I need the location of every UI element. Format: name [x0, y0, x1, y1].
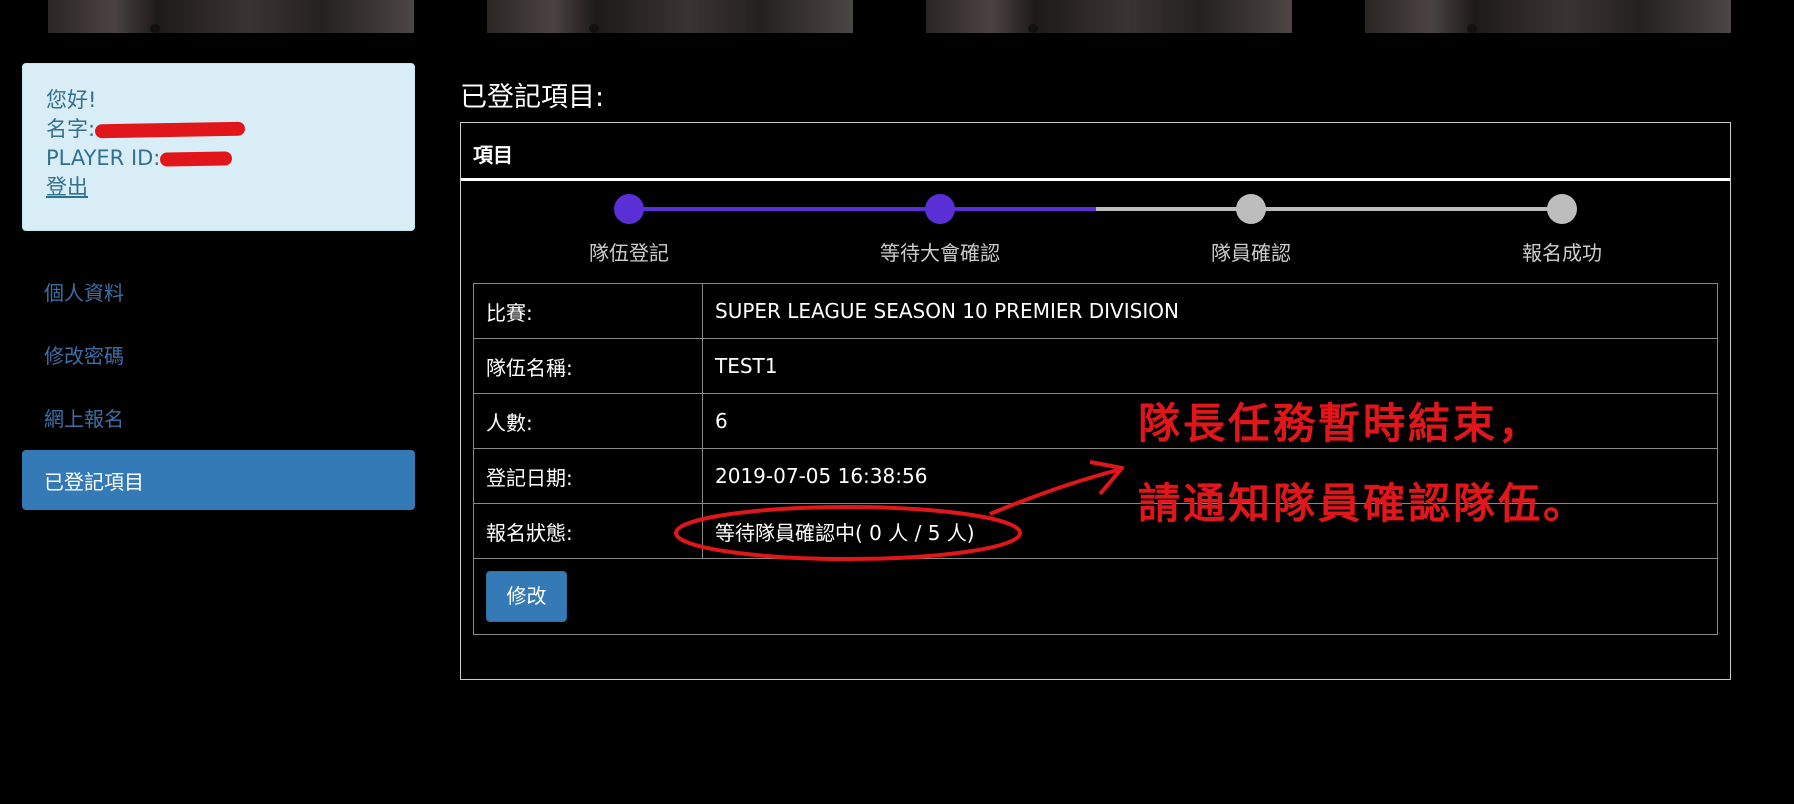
table-row: 隊伍名稱: TEST1	[473, 338, 1718, 394]
row-label: 比賽:	[473, 283, 703, 339]
sidebar-nav: 個人資料 修改密碼 網上報名 已登記項目	[22, 261, 415, 513]
progress-step-label: 隊伍登記	[589, 241, 669, 265]
row-label: 登記日期:	[473, 448, 703, 504]
user-info-box: 您好! 名字: PLAYER ID: 登出	[22, 63, 415, 231]
sidebar-item-profile[interactable]: 個人資料	[22, 261, 415, 321]
logout-link[interactable]: 登出	[46, 175, 88, 199]
user-name-row: 名字:	[46, 115, 391, 144]
annotation-line-1: 隊長任務暫時結束，	[1138, 399, 1544, 448]
row-label: 報名狀態:	[473, 503, 703, 559]
table-row: 比賽: SUPER LEAGUE SEASON 10 PREMIER DIVIS…	[473, 283, 1718, 339]
sidebar-item-change-password[interactable]: 修改密碼	[22, 324, 415, 384]
sidebar-item-registered-items[interactable]: 已登記項目	[22, 450, 415, 510]
player-id-label: PLAYER ID:	[46, 146, 161, 170]
banner-image	[48, 0, 414, 33]
row-label: 人數:	[473, 393, 703, 449]
row-value: TEST1	[702, 338, 1718, 394]
table-row: 修改	[473, 558, 1718, 635]
greeting: 您好!	[46, 88, 97, 112]
redaction-mark	[160, 151, 233, 167]
page-title: 已登記項目:	[460, 82, 605, 113]
top-banner	[0, 0, 1794, 33]
progress-step-dot	[925, 194, 955, 224]
progress-step-dot	[1547, 194, 1577, 224]
progress-line-pending	[1096, 207, 1564, 211]
annotation-line-2: 請通知隊員確認隊伍。	[1138, 479, 1589, 528]
banner-image	[487, 0, 853, 33]
row-value: SUPER LEAGUE SEASON 10 PREMIER DIVISION	[702, 283, 1718, 339]
progress-step-dot	[1236, 194, 1266, 224]
progress-step-dot	[614, 194, 644, 224]
registration-details-table: 比賽: SUPER LEAGUE SEASON 10 PREMIER DIVIS…	[473, 283, 1718, 635]
banner-image	[1365, 0, 1731, 33]
edit-button[interactable]: 修改	[486, 571, 567, 622]
name-label: 名字:	[46, 117, 96, 141]
progress-tracker: 隊伍登記 等待大會確認 隊員確認 報名成功	[461, 184, 1730, 284]
row-label: 隊伍名稱:	[473, 338, 703, 394]
banner-image	[926, 0, 1292, 33]
panel-title: 項目	[461, 123, 1730, 181]
progress-line-done	[629, 207, 1096, 211]
sidebar-item-online-registration[interactable]: 網上報名	[22, 387, 415, 447]
progress-step-label: 等待大會確認	[880, 241, 1000, 265]
button-row: 修改	[473, 558, 1718, 635]
progress-step-label: 隊員確認	[1211, 241, 1291, 265]
player-id-row: PLAYER ID:	[46, 144, 391, 173]
progress-step-label: 報名成功	[1522, 241, 1602, 265]
redaction-mark	[94, 121, 246, 139]
